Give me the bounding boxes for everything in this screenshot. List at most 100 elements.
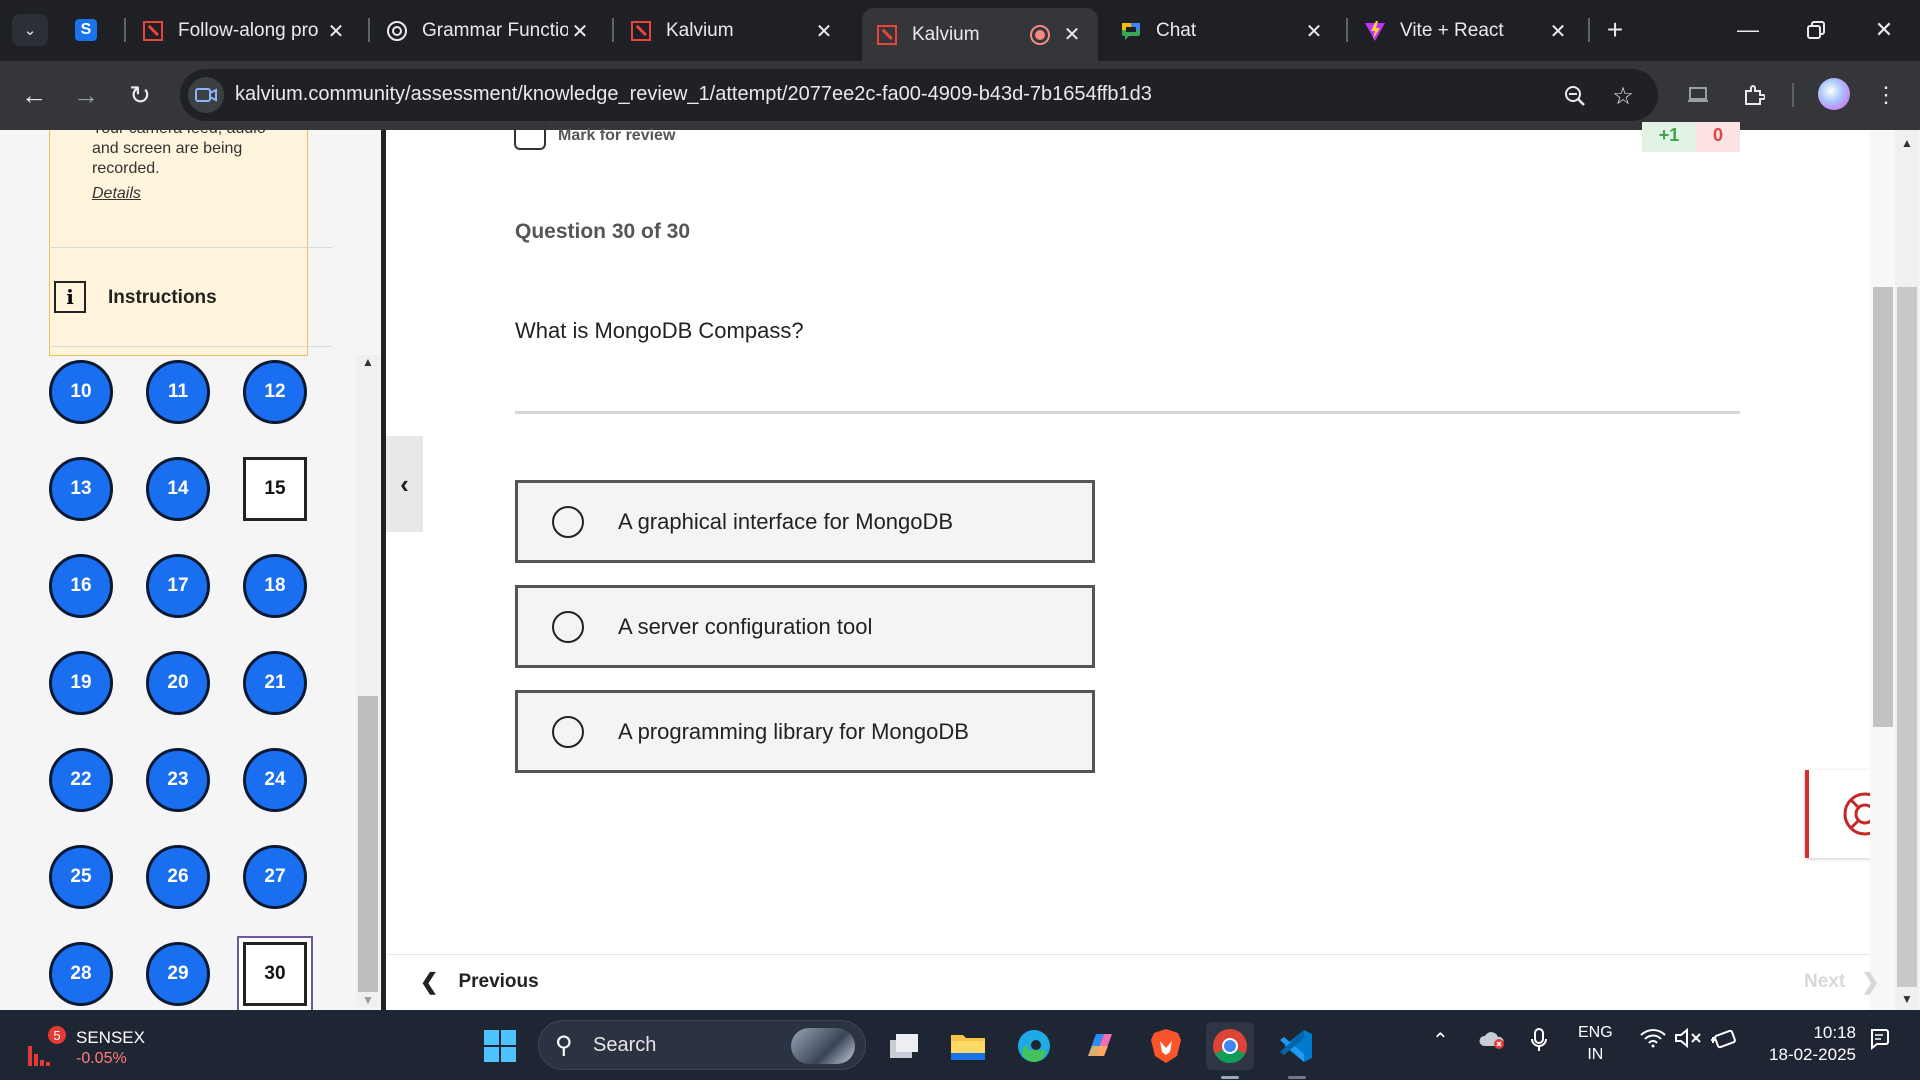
collapse-sidebar-button[interactable]: ‹ (386, 436, 423, 532)
tab-separator (124, 18, 126, 42)
camera-in-use-icon[interactable] (188, 77, 224, 113)
question-button-21[interactable]: 21 (243, 651, 307, 715)
minimize-button[interactable]: — (1722, 12, 1774, 48)
answer-option[interactable]: A graphical interface for MongoDB (515, 480, 1095, 563)
close-window-button[interactable]: ✕ (1858, 12, 1910, 48)
task-view-button[interactable] (880, 1022, 928, 1070)
back-button[interactable]: ← (16, 77, 52, 113)
sidebar-scrollbar[interactable]: ▲ ▼ (356, 355, 380, 1007)
sidebar-border (381, 130, 386, 1010)
question-button-11[interactable]: 11 (146, 360, 210, 424)
question-button-12[interactable]: 12 (243, 360, 307, 424)
brave-button[interactable] (1142, 1022, 1190, 1070)
question-button-13[interactable]: 13 (49, 457, 113, 521)
language-indicator[interactable]: ENG IN (1578, 1022, 1613, 1066)
kalvium-icon (630, 20, 652, 42)
scroll-up-arrow-icon[interactable]: ▲ (362, 355, 374, 369)
show-hidden-icons-button[interactable]: ⌃ (1432, 1028, 1449, 1053)
tab-close-icon[interactable]: ✕ (812, 19, 836, 44)
scroll-down-arrow-icon[interactable]: ▼ (362, 993, 374, 1007)
question-button-15[interactable]: 15 (243, 457, 307, 521)
question-button-14[interactable]: 14 (146, 457, 210, 521)
info-icon[interactable]: i (54, 281, 86, 313)
restore-button[interactable] (1790, 12, 1842, 48)
vscode-button[interactable] (1272, 1022, 1320, 1070)
question-button-20[interactable]: 20 (146, 651, 210, 715)
question-button-24[interactable]: 24 (243, 748, 307, 812)
tab-vite[interactable]: Vite + React ✕ (1350, 8, 1584, 54)
extensions-icon[interactable] (1736, 77, 1772, 113)
arrow-left-icon: ← (21, 79, 47, 110)
copilot-button[interactable] (1076, 1022, 1124, 1070)
previous-button[interactable]: ❮ Previous (420, 969, 539, 995)
question-button-16[interactable]: 16 (49, 554, 113, 618)
scrollbar-thumb[interactable] (358, 696, 378, 992)
start-button[interactable] (476, 1022, 524, 1070)
tab-grammar[interactable]: Grammar Functio ✕ (372, 8, 606, 54)
radio-button[interactable] (552, 610, 584, 643)
tab-search-button[interactable]: ⌄ (12, 14, 48, 46)
new-tab-button[interactable]: + (1600, 14, 1630, 46)
tab-close-icon[interactable]: ✕ (324, 19, 348, 44)
copilot-icon (1088, 1034, 1112, 1056)
tab-title: Kalvium (666, 20, 734, 41)
zoom-icon[interactable] (1560, 81, 1590, 111)
battery-charging-icon[interactable] (1710, 1028, 1738, 1050)
answer-option[interactable]: A programming library for MongoDB (515, 690, 1095, 773)
tab-kalvium-active[interactable]: Kalvium ✕ (862, 8, 1098, 61)
question-button-22[interactable]: 22 (49, 748, 113, 812)
edge-button[interactable] (1010, 1022, 1058, 1070)
pinned-tab[interactable]: S (68, 14, 104, 46)
speaker-muted-icon[interactable] (1674, 1028, 1702, 1048)
tab-kalvium-1[interactable]: Kalvium ✕ (616, 8, 850, 54)
cast-icon[interactable] (1680, 77, 1716, 113)
tab-close-icon[interactable]: ✕ (568, 19, 592, 44)
scroll-up-arrow-icon[interactable]: ▲ (1901, 136, 1913, 150)
tab-chat[interactable]: Chat ✕ (1106, 8, 1340, 54)
question-button-17[interactable]: 17 (146, 554, 210, 618)
question-button-29[interactable]: 29 (146, 942, 210, 1006)
question-button-25[interactable]: 25 (49, 845, 113, 909)
instructions-link[interactable]: Instructions (108, 287, 217, 309)
forward-button[interactable]: → (68, 77, 104, 113)
question-button-10[interactable]: 10 (49, 360, 113, 424)
tab-close-icon[interactable]: ✕ (1546, 19, 1570, 44)
radio-button[interactable] (552, 505, 584, 538)
address-bar[interactable]: kalvium.community/assessment/knowledge_r… (180, 69, 1658, 121)
question-divider (515, 411, 1740, 414)
notification-icon[interactable] (1868, 1028, 1890, 1050)
question-button-27[interactable]: 27 (243, 845, 307, 909)
radio-button[interactable] (552, 715, 584, 748)
onedrive-error-icon[interactable] (1478, 1028, 1506, 1050)
url-text[interactable]: kalvium.community/assessment/knowledge_r… (235, 83, 1152, 106)
question-button-23[interactable]: 23 (146, 748, 210, 812)
page-scrollbar-thumb[interactable] (1897, 287, 1917, 987)
inner-scrollbar-thumb[interactable] (1873, 287, 1893, 727)
scroll-down-arrow-icon[interactable]: ▼ (1901, 992, 1913, 1006)
tab-close-icon[interactable]: ✕ (1302, 19, 1326, 44)
bookmark-star-icon[interactable]: ☆ (1608, 81, 1638, 111)
mark-for-review-button[interactable]: Mark for review (514, 122, 675, 150)
question-button-28[interactable]: 28 (49, 942, 113, 1006)
wifi-icon[interactable] (1640, 1028, 1666, 1048)
question-button-26[interactable]: 26 (146, 845, 210, 909)
tab-close-icon[interactable]: ✕ (1060, 22, 1084, 47)
stock-widget[interactable]: 5 SENSEX -0.05% (26, 1024, 206, 1070)
details-link[interactable]: Details (92, 185, 141, 203)
answer-option[interactable]: A server configuration tool (515, 585, 1095, 668)
file-explorer-button[interactable] (944, 1022, 992, 1070)
next-button[interactable]: Next ❯ (1804, 969, 1880, 995)
profile-avatar[interactable] (1818, 78, 1850, 110)
question-button-30[interactable]: 30 (243, 942, 307, 1006)
tab-follow-along[interactable]: Follow-along pro ✕ (128, 8, 362, 54)
kebab-menu-icon[interactable]: ⋮ (1868, 77, 1904, 113)
microphone-icon[interactable] (1530, 1028, 1548, 1052)
chrome-button[interactable] (1206, 1022, 1254, 1070)
taskbar-search[interactable]: ⚲ Search (538, 1020, 866, 1070)
reload-button[interactable]: ↻ (122, 77, 158, 113)
question-button-18[interactable]: 18 (243, 554, 307, 618)
tab-title: Vite + React (1400, 20, 1504, 41)
question-button-19[interactable]: 19 (49, 651, 113, 715)
main-scrollbar[interactable]: ▲ ▼ (1870, 130, 1920, 1010)
clock[interactable]: 10:18 18-02-2025 (1760, 1022, 1856, 1066)
